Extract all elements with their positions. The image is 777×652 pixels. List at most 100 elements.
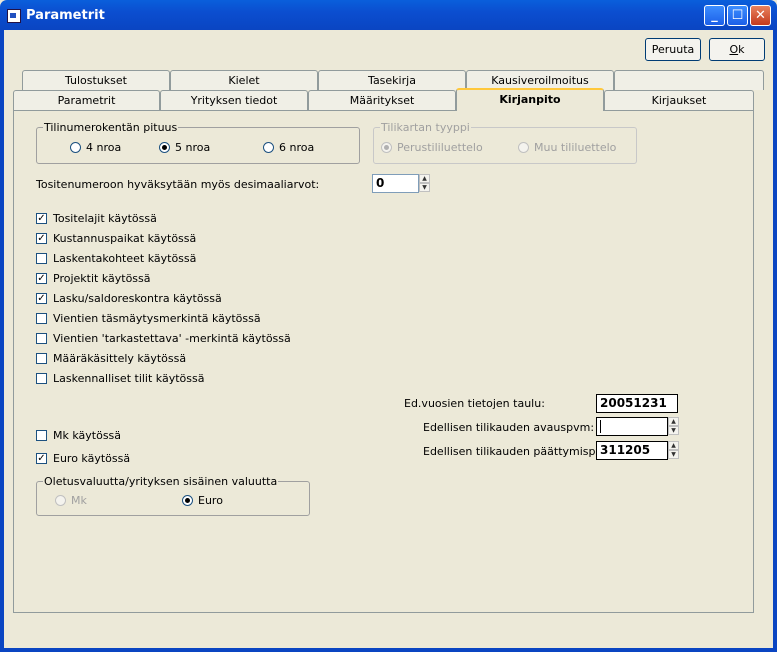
tab-label: Tasekirja	[368, 74, 416, 87]
radio-indicator	[55, 494, 66, 506]
minimize-icon[interactable]: _	[704, 5, 725, 26]
radio-label: 5 nroa	[175, 140, 211, 154]
radio-indicator	[518, 141, 529, 153]
window-frame-right	[773, 30, 777, 652]
prev-close-spinner[interactable]: ▲ ▼	[668, 441, 679, 460]
checkbox-label: Lasku/saldoreskontra käytössä	[53, 291, 222, 305]
prev-open-input[interactable]	[596, 417, 668, 436]
spin-up-icon[interactable]: ▲	[668, 441, 679, 450]
tab-kirjaukset[interactable]: Kirjaukset	[604, 90, 754, 110]
tab-empty[interactable]	[614, 70, 764, 90]
tab-label: Parametrit	[57, 94, 116, 107]
prev-open-spinner[interactable]: ▲ ▼	[668, 417, 679, 436]
prev-close-label: Edellisen tilikauden päättymispvm:	[423, 445, 617, 458]
ok-button[interactable]: Ok	[709, 38, 765, 61]
spin-down-icon[interactable]: ▼	[668, 450, 679, 459]
checkbox-indicator	[36, 352, 47, 364]
checkbox-label: Määräkäsittely käytössä	[53, 351, 187, 365]
prev-table-label: Ed.vuosien tietojen taulu:	[404, 397, 545, 410]
check-mk[interactable]: Mk käytössä	[36, 428, 121, 442]
tab-label: Kirjaukset	[651, 94, 707, 107]
tab-kirjanpito[interactable]: Kirjanpito	[456, 88, 604, 111]
tab-tasekirja[interactable]: Tasekirja	[318, 70, 466, 90]
checkbox-label: Vientien täsmäytysmerkintä käytössä	[53, 311, 261, 325]
spin-down-icon[interactable]: ▼	[668, 426, 679, 435]
prev-close-input[interactable]: 311205	[596, 441, 668, 460]
radio-indicator	[263, 141, 274, 153]
text-caret	[600, 420, 601, 433]
radio-label: 6 nroa	[279, 140, 315, 154]
decimals-label: Tositenumeroon hyväksytään myös desimaal…	[36, 178, 320, 191]
window-frame-left	[0, 30, 4, 652]
check-maarakasittely[interactable]: Määräkäsittely käytössä	[36, 351, 186, 365]
check-tasmaytys[interactable]: Vientien täsmäytysmerkintä käytössä	[36, 311, 261, 325]
check-tarkastettava[interactable]: Vientien 'tarkastettava' -merkintä käytö…	[36, 331, 291, 345]
radio-6-digits[interactable]: 6 nroa	[263, 140, 314, 154]
account-length-legend: Tilinumerokentän pituus	[43, 121, 179, 134]
radio-5-digits[interactable]: 5 nroa	[159, 140, 210, 154]
check-euro[interactable]: ✓ Euro käytössä	[36, 451, 130, 465]
tab-maaritykset[interactable]: Määritykset	[308, 90, 456, 110]
spin-up-icon[interactable]: ▲	[419, 174, 430, 183]
check-projektit[interactable]: ✓ Projektit käytössä	[36, 271, 151, 285]
radio-basic-chart[interactable]: Perustililuettelo	[381, 140, 483, 154]
prev-table-input[interactable]: 20051231	[596, 394, 678, 413]
close-icon[interactable]: ✕	[750, 5, 771, 26]
radio-label: Muu tililuettelo	[534, 140, 617, 154]
radio-currency-mk[interactable]: Mk	[55, 493, 87, 507]
check-kustannuspaikat[interactable]: ✓ Kustannuspaikat käytössä	[36, 231, 196, 245]
tab-yrityksen-tiedot[interactable]: Yrityksen tiedot	[160, 90, 308, 110]
account-length-group: Tilinumerokentän pituus 4 nroa 5 nroa 6 …	[36, 121, 360, 164]
checkbox-indicator: ✓	[36, 292, 47, 304]
tab-label: Määritykset	[349, 94, 415, 107]
tab-kausiveroilmoitus[interactable]: Kausiveroilmoitus	[466, 70, 614, 90]
radio-indicator	[182, 494, 193, 506]
radio-label: Perustililuettelo	[397, 140, 483, 154]
spin-up-icon[interactable]: ▲	[668, 417, 679, 426]
chart-type-group: Tilikartan tyyppi Perustililuettelo Muu …	[373, 121, 637, 164]
checkbox-indicator	[36, 332, 47, 344]
tab-label: Yrityksen tiedot	[190, 94, 278, 107]
checkbox-label: Laskennalliset tilit käytössä	[53, 371, 205, 385]
spin-down-icon[interactable]: ▼	[419, 183, 430, 192]
tab-tulostukset[interactable]: Tulostukset	[22, 70, 170, 90]
checkbox-label: Tositelajit käytössä	[53, 211, 157, 225]
check-tositelajit[interactable]: ✓ Tositelajit käytössä	[36, 211, 157, 225]
check-laskennalliset[interactable]: Laskennalliset tilit käytössä	[36, 371, 204, 385]
check-laskentakohteet[interactable]: Laskentakohteet käytössä	[36, 251, 196, 265]
radio-indicator	[70, 141, 81, 153]
checkbox-indicator	[36, 252, 47, 264]
checkbox-label: Kustannuspaikat käytössä	[53, 231, 197, 245]
tab-label: Tulostukset	[64, 74, 127, 87]
radio-currency-euro[interactable]: Euro	[182, 493, 223, 507]
radio-4-digits[interactable]: 4 nroa	[70, 140, 121, 154]
radio-label: Mk	[71, 493, 87, 507]
decimals-input[interactable]: 0	[372, 174, 419, 193]
radio-other-chart[interactable]: Muu tililuettelo	[518, 140, 616, 154]
tab-label: Kirjanpito	[499, 93, 561, 106]
check-reskontra[interactable]: ✓ Lasku/saldoreskontra käytössä	[36, 291, 222, 305]
radio-label: Euro	[198, 493, 223, 507]
checkbox-label: Laskentakohteet käytössä	[53, 251, 197, 265]
window-title: Parametrit	[26, 8, 105, 23]
cancel-button[interactable]: Peruuta	[645, 38, 701, 61]
ok-button-mnemonic: O	[729, 43, 739, 56]
checkbox-indicator	[36, 312, 47, 324]
radio-indicator	[159, 141, 170, 153]
checkbox-indicator	[36, 429, 47, 441]
kirjanpito-panel: Tilinumerokentän pituus 4 nroa 5 nroa 6 …	[13, 110, 754, 613]
tab-label: Kielet	[228, 74, 260, 87]
parametrit-window: Parametrit _ ☐ ✕ Peruuta Ok Tulostukset …	[0, 0, 777, 652]
checkbox-indicator: ✓	[36, 272, 47, 284]
maximize-icon[interactable]: ☐	[727, 5, 748, 26]
tab-parametrit[interactable]: Parametrit	[13, 90, 160, 110]
tab-kielet[interactable]: Kielet	[170, 70, 318, 90]
radio-label: 4 nroa	[86, 140, 122, 154]
cancel-button-label: Peruuta	[651, 43, 695, 56]
chart-type-legend: Tilikartan tyyppi	[380, 121, 471, 134]
checkbox-indicator: ✓	[36, 232, 47, 244]
checkbox-indicator: ✓	[36, 212, 47, 224]
title-bar[interactable]: Parametrit _ ☐ ✕	[0, 0, 777, 30]
decimals-spinner[interactable]: ▲ ▼	[419, 174, 430, 193]
checkbox-label: Mk käytössä	[53, 428, 122, 442]
